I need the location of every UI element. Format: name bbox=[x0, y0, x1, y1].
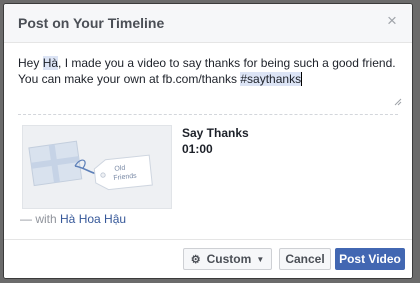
privacy-label: Custom bbox=[206, 252, 252, 266]
caret-down-icon: ▼ bbox=[256, 254, 265, 264]
dialog-footer: ⚙ Custom ▼ Cancel Post Video bbox=[4, 239, 412, 278]
dialog-title: Post on Your Timeline bbox=[18, 15, 165, 31]
divider bbox=[18, 114, 398, 115]
mention-tag[interactable]: Hà bbox=[42, 56, 59, 70]
resize-handle-icon[interactable] bbox=[394, 98, 402, 106]
gift-tag-illustration: Old Friends bbox=[23, 126, 171, 208]
tagged-friends: — with Hà Hoa Hậu bbox=[20, 212, 126, 226]
post-dialog: Post on Your Timeline × Hey Hà, I made y… bbox=[3, 3, 413, 279]
tag-text-line-1: Old bbox=[114, 165, 126, 173]
privacy-selector-button[interactable]: ⚙ Custom ▼ bbox=[183, 248, 272, 270]
video-title: Say Thanks bbox=[182, 126, 249, 140]
post-video-button[interactable]: Post Video bbox=[335, 248, 405, 270]
message-input[interactable]: Hey Hà, I made you a video to say thanks… bbox=[18, 55, 398, 111]
dialog-header: Post on Your Timeline × bbox=[4, 4, 412, 43]
message-prefix: Hey bbox=[18, 56, 43, 70]
video-thumbnail[interactable]: Old Friends bbox=[22, 125, 172, 209]
close-icon[interactable]: × bbox=[384, 12, 400, 29]
tagged-prefix: — with bbox=[20, 212, 61, 226]
hashtag[interactable]: #saythanks bbox=[240, 72, 303, 86]
gear-icon: ⚙ bbox=[190, 253, 201, 266]
cancel-button[interactable]: Cancel bbox=[279, 248, 331, 270]
tagged-friend-link[interactable]: Hà Hoa Hậu bbox=[60, 212, 126, 226]
message-body: , I made you a video to say thanks for b… bbox=[18, 56, 396, 86]
video-duration: 01:00 bbox=[182, 142, 213, 156]
